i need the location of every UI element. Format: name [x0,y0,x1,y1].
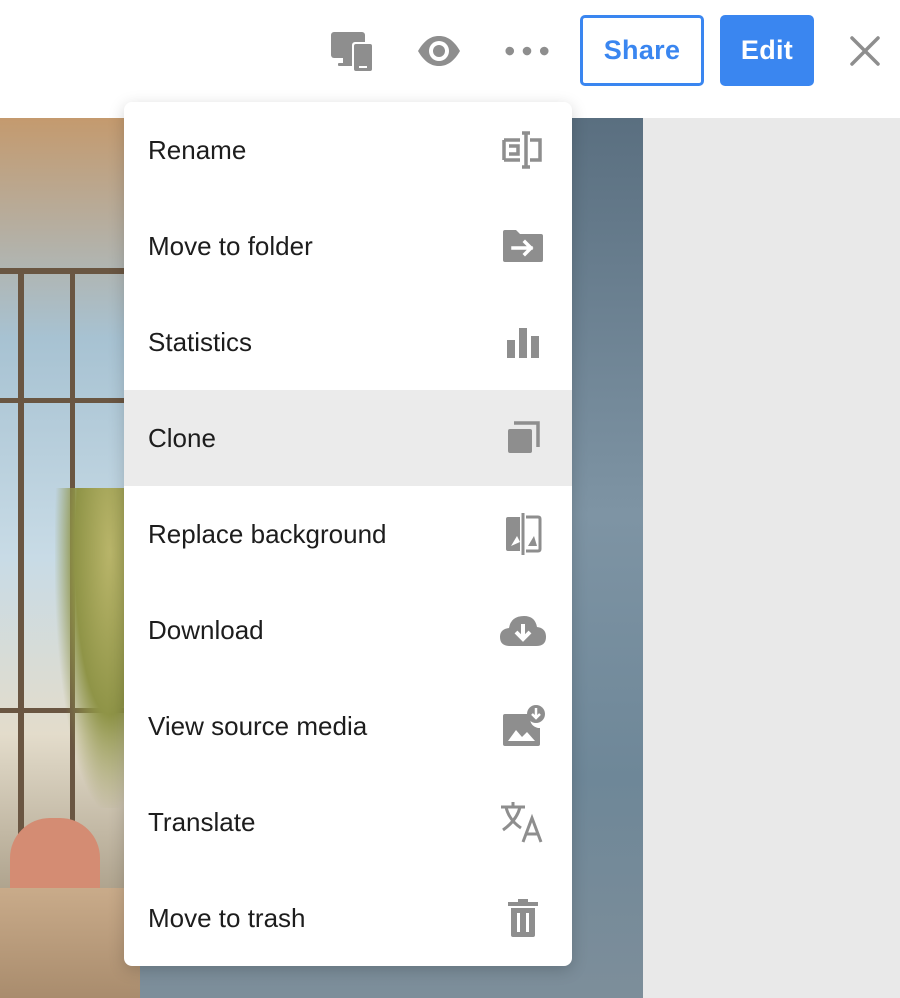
image-download-icon [498,701,548,751]
menu-item-clone[interactable]: Clone [124,390,572,486]
rename-icon [498,125,548,175]
close-icon[interactable] [842,28,888,74]
folder-move-icon [498,221,548,271]
clone-icon [498,413,548,463]
window-frame [0,268,140,274]
menu-item-replace-background[interactable]: Replace background [124,486,572,582]
devices-icon[interactable] [330,28,376,74]
menu-item-move-to-trash[interactable]: Move to trash [124,870,572,966]
menu-item-label: Statistics [148,326,253,357]
more-icon[interactable] [504,28,550,74]
menu-item-label: Download [148,614,264,645]
menu-item-translate[interactable]: Translate [124,774,572,870]
menu-item-rename[interactable]: Rename [124,102,572,198]
eye-icon[interactable] [416,28,462,74]
top-toolbar: Share Edit [0,0,900,118]
window-frame [18,268,24,908]
menu-item-label: Translate [148,806,256,837]
window-frame [0,398,140,403]
cloud-download-icon [498,605,548,655]
trash-icon [498,893,548,943]
sofa [0,888,140,998]
menu-item-label: View source media [148,710,368,741]
more-options-menu: Rename Move to folder Statistics Clone R… [124,102,572,966]
edit-button[interactable]: Edit [720,15,814,86]
workspace-background [643,118,900,998]
menu-item-label: Move to folder [148,230,313,261]
replace-background-icon [498,509,548,559]
share-button[interactable]: Share [580,15,704,86]
menu-item-statistics[interactable]: Statistics [124,294,572,390]
menu-item-label: Replace background [148,518,387,549]
menu-item-download[interactable]: Download [124,582,572,678]
cushion [10,818,100,898]
translate-icon [498,797,548,847]
bar-chart-icon [498,317,548,367]
menu-item-label: Move to trash [148,902,306,933]
menu-item-move-to-folder[interactable]: Move to folder [124,198,572,294]
menu-item-label: Clone [148,422,216,453]
menu-item-view-source-media[interactable]: View source media [124,678,572,774]
menu-item-label: Rename [148,134,247,165]
